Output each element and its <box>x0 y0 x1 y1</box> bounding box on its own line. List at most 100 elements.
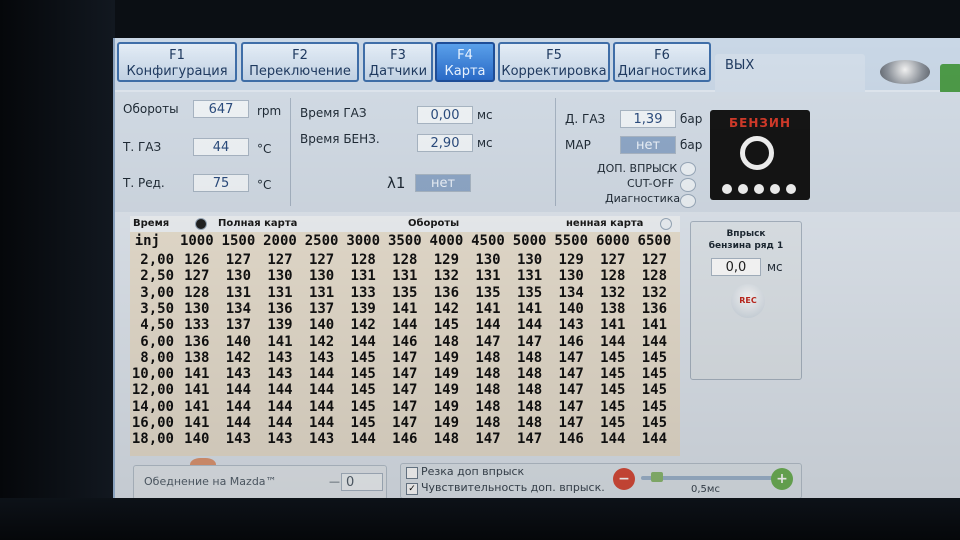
map-cell[interactable]: 144 <box>634 334 676 350</box>
map-cell[interactable]: 141 <box>509 301 551 317</box>
tab-diagnostics[interactable]: F6 Диагностика <box>613 42 711 82</box>
increase-button[interactable]: + <box>771 468 793 490</box>
map-cell[interactable]: 136 <box>259 301 301 317</box>
map-cell[interactable]: 130 <box>509 252 551 268</box>
map-cell[interactable]: 128 <box>176 285 218 301</box>
map-cell[interactable]: 137 <box>218 317 260 333</box>
map-cell[interactable]: 141 <box>467 301 509 317</box>
map-cell[interactable]: 141 <box>634 317 676 333</box>
map-cell[interactable]: 143 <box>218 431 260 447</box>
map-cell[interactable]: 145 <box>634 366 676 382</box>
tab-correction[interactable]: F5 Корректировка <box>498 42 610 82</box>
map-cell[interactable]: 132 <box>592 285 634 301</box>
map-cell[interactable]: 142 <box>301 334 343 350</box>
map-cell[interactable]: 146 <box>550 431 592 447</box>
map-cell[interactable]: 141 <box>176 382 218 398</box>
map-cell[interactable]: 127 <box>176 268 218 284</box>
lean-mazda-input[interactable]: 0 <box>341 473 383 491</box>
map-cell[interactable]: 133 <box>176 317 218 333</box>
map-cell[interactable]: 144 <box>301 366 343 382</box>
map-cell[interactable]: 130 <box>301 268 343 284</box>
map-cell[interactable]: 143 <box>301 431 343 447</box>
map-cell[interactable]: 140 <box>176 431 218 447</box>
map-cell[interactable]: 144 <box>592 431 634 447</box>
map-cell[interactable]: 141 <box>176 366 218 382</box>
partial-map-radio[interactable] <box>660 218 672 230</box>
map-cell[interactable]: 141 <box>176 415 218 431</box>
record-button[interactable]: REC <box>731 284 765 318</box>
map-cell[interactable]: 147 <box>550 366 592 382</box>
map-cell[interactable]: 148 <box>467 366 509 382</box>
map-cell[interactable]: 145 <box>634 415 676 431</box>
map-cell[interactable]: 138 <box>592 301 634 317</box>
map-cell[interactable]: 147 <box>384 382 426 398</box>
map-cell[interactable]: 131 <box>301 285 343 301</box>
map-cell[interactable]: 145 <box>426 317 468 333</box>
map-cell[interactable]: 144 <box>301 399 343 415</box>
map-cell[interactable]: 145 <box>342 382 384 398</box>
cutoff-radio[interactable] <box>680 178 696 192</box>
map-cell[interactable]: 129 <box>426 252 468 268</box>
map-cell[interactable]: 140 <box>550 301 592 317</box>
map-cell[interactable]: 144 <box>342 431 384 447</box>
map-cell[interactable]: 144 <box>509 317 551 333</box>
map-cell[interactable]: 149 <box>426 382 468 398</box>
map-cell[interactable]: 141 <box>384 301 426 317</box>
map-cell[interactable]: 149 <box>426 350 468 366</box>
map-cell[interactable]: 130 <box>259 268 301 284</box>
map-cell[interactable]: 146 <box>550 334 592 350</box>
map-cell[interactable]: 144 <box>301 415 343 431</box>
map-cell[interactable]: 147 <box>384 399 426 415</box>
map-cell[interactable]: 141 <box>176 399 218 415</box>
map-cell[interactable]: 147 <box>384 350 426 366</box>
map-cell[interactable]: 145 <box>592 415 634 431</box>
map-cell[interactable]: 145 <box>592 350 634 366</box>
map-cell[interactable]: 145 <box>592 382 634 398</box>
map-cell[interactable]: 149 <box>426 399 468 415</box>
map-cell[interactable]: 127 <box>301 252 343 268</box>
map-cell[interactable]: 128 <box>342 252 384 268</box>
map-cell[interactable]: 148 <box>467 382 509 398</box>
diagnostics-radio[interactable] <box>680 194 696 208</box>
map-cell[interactable]: 144 <box>592 334 634 350</box>
map-cell[interactable]: 132 <box>426 268 468 284</box>
map-cell[interactable]: 136 <box>176 334 218 350</box>
map-cell[interactable]: 144 <box>259 415 301 431</box>
map-cell[interactable]: 147 <box>384 366 426 382</box>
map-cell[interactable]: 145 <box>342 366 384 382</box>
map-cell[interactable]: 144 <box>384 317 426 333</box>
map-cell[interactable]: 131 <box>259 285 301 301</box>
map-cell[interactable]: 129 <box>550 252 592 268</box>
map-cell[interactable]: 147 <box>550 399 592 415</box>
map-cell[interactable]: 147 <box>467 334 509 350</box>
map-cell[interactable]: 130 <box>218 268 260 284</box>
map-cell[interactable]: 147 <box>550 415 592 431</box>
map-cell[interactable]: 144 <box>218 415 260 431</box>
map-cell[interactable]: 135 <box>467 285 509 301</box>
map-cell[interactable]: 130 <box>467 252 509 268</box>
map-cell[interactable]: 144 <box>342 334 384 350</box>
map-cell[interactable]: 147 <box>550 382 592 398</box>
map-cell[interactable]: 128 <box>384 252 426 268</box>
map-cell[interactable]: 146 <box>384 334 426 350</box>
map-cell[interactable]: 141 <box>592 317 634 333</box>
map-cell[interactable]: 126 <box>176 252 218 268</box>
map-cell[interactable]: 140 <box>301 317 343 333</box>
map-cell[interactable]: 143 <box>259 366 301 382</box>
map-cell[interactable]: 148 <box>467 399 509 415</box>
map-cell[interactable]: 133 <box>342 285 384 301</box>
map-cell[interactable]: 143 <box>218 366 260 382</box>
tab-configuration[interactable]: F1 Конфигурация <box>117 42 237 82</box>
map-cell[interactable]: 147 <box>467 431 509 447</box>
map-cell[interactable]: 131 <box>467 268 509 284</box>
map-cell[interactable]: 148 <box>467 415 509 431</box>
map-cell[interactable]: 132 <box>634 285 676 301</box>
map-cell[interactable]: 135 <box>384 285 426 301</box>
cut-extra-checkbox[interactable] <box>406 467 418 479</box>
map-cell[interactable]: 135 <box>509 285 551 301</box>
map-cell[interactable]: 148 <box>426 334 468 350</box>
sensitivity-checkbox[interactable]: ✓ <box>406 483 418 495</box>
map-cell[interactable]: 144 <box>218 382 260 398</box>
map-cell[interactable]: 148 <box>509 350 551 366</box>
tab-sensors[interactable]: F3 Датчики <box>363 42 433 82</box>
